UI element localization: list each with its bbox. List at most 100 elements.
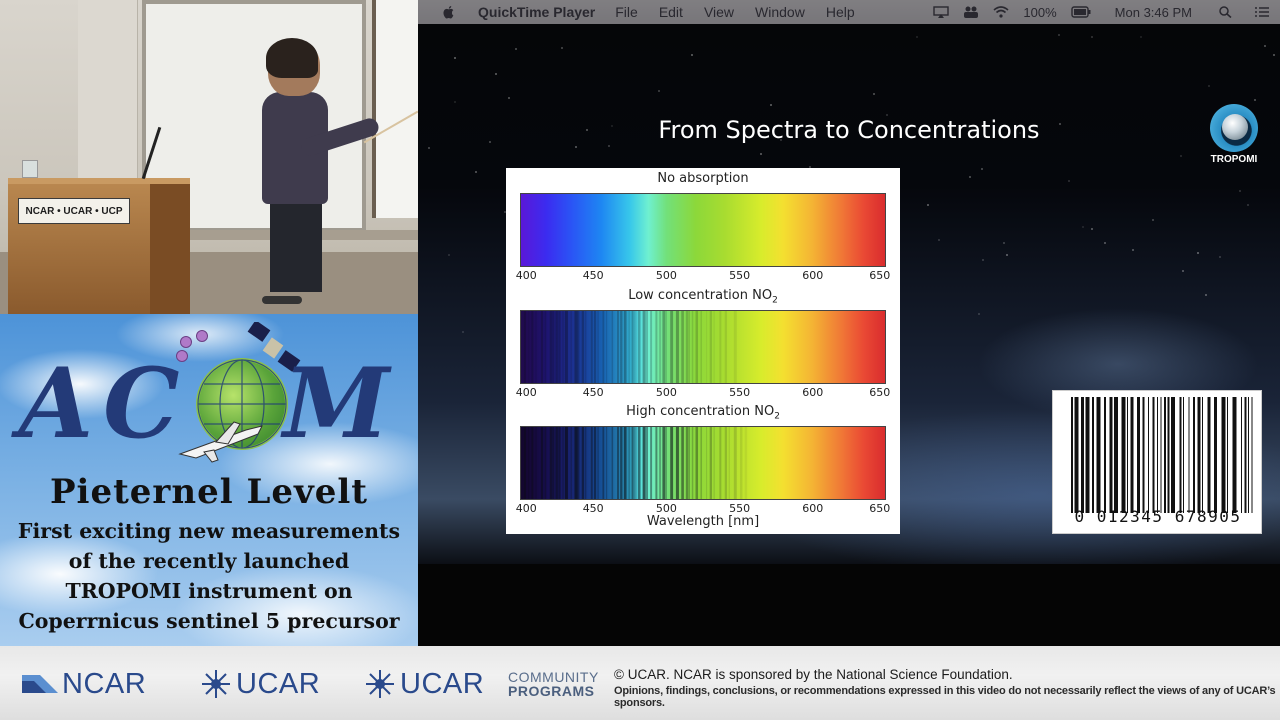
absorption-line — [688, 311, 690, 383]
star — [1081, 226, 1084, 229]
absorption-line — [564, 427, 568, 499]
wifi-icon[interactable] — [993, 6, 1009, 18]
barcode-bar — [1096, 397, 1101, 513]
absorption-line — [685, 427, 689, 499]
barcode-bar — [1137, 397, 1140, 513]
spectrum-bar — [520, 426, 886, 500]
absorption-line — [611, 311, 614, 383]
absorption-lines — [521, 311, 737, 383]
absorption-line — [523, 427, 526, 499]
star — [927, 203, 930, 206]
community-label-line: COMMUNITY — [508, 669, 599, 685]
star — [690, 53, 693, 56]
barcode-digits: 0 012345 678905 — [1074, 507, 1242, 526]
star — [515, 48, 518, 51]
floor-object — [262, 296, 302, 304]
star — [1006, 253, 1009, 256]
absorption-line — [628, 311, 630, 383]
absorption-lines — [521, 427, 748, 499]
absorption-line — [739, 427, 743, 499]
menu-view[interactable]: View — [704, 4, 734, 20]
list-icon[interactable] — [1254, 6, 1270, 18]
absorption-line — [602, 427, 605, 499]
star — [1247, 204, 1250, 207]
barcode-bar — [1081, 397, 1084, 513]
absorption-line — [528, 311, 530, 383]
presenter-name: Pieternel Levelt — [49, 472, 368, 512]
absorption-line — [700, 427, 703, 499]
barcode-bar — [1114, 397, 1118, 513]
x-tick-label: 500 — [655, 269, 677, 282]
absorption-line — [670, 311, 674, 383]
menubar-clock[interactable]: Mon 3:46 PM — [1115, 5, 1192, 20]
barcode-bar — [1214, 397, 1217, 513]
absorption-line — [540, 427, 544, 499]
projection-screen-edge — [372, 0, 418, 218]
apple-icon[interactable] — [442, 5, 456, 19]
menu-file[interactable]: File — [615, 4, 638, 20]
barcode-bar — [1142, 397, 1145, 513]
absorption-line — [555, 311, 558, 383]
barcode-bar — [1085, 397, 1090, 513]
star — [1132, 248, 1135, 251]
absorption-line — [646, 427, 649, 499]
absorption-line — [659, 311, 661, 383]
star — [1207, 84, 1210, 87]
absorption-line — [590, 427, 593, 499]
absorption-line — [670, 427, 674, 499]
airplay-icon[interactable] — [933, 6, 950, 18]
barcode-bar — [1232, 397, 1237, 513]
tick-row: 400 450 500 550 600 650 — [516, 386, 890, 402]
menubar-status-area: 100% Mon 3:46 PM — [933, 0, 1270, 24]
absorption-line — [691, 311, 694, 383]
programs-label-line: PROGRAMS — [508, 683, 595, 699]
star — [1090, 36, 1093, 39]
absorption-line — [662, 311, 666, 383]
ncar-logo-text: NCAR — [62, 667, 147, 700]
airplane-icon — [178, 421, 263, 463]
talk-title-line: Coperrnicus sentinel 5 precursor — [18, 609, 400, 633]
presentation-slide: From Spectra to Concentrations TROPOMI N… — [418, 24, 1280, 564]
star — [1104, 242, 1107, 245]
star — [427, 146, 430, 149]
x-tick-label: 550 — [729, 269, 751, 282]
barcode-bar — [1171, 397, 1175, 513]
app-menu-quicktime[interactable]: QuickTime Player — [478, 4, 595, 20]
search-icon[interactable] — [1218, 6, 1234, 18]
x-tick-label: 550 — [729, 386, 751, 399]
absorption-line — [593, 427, 597, 499]
tropomi-logo-label: TROPOMI — [1210, 154, 1258, 165]
absorption-line — [535, 427, 537, 499]
star — [980, 167, 983, 170]
x-tick-label: 450 — [582, 386, 604, 399]
spectrum-bar — [520, 193, 886, 267]
absorption-line — [713, 311, 715, 383]
absorption-line — [523, 311, 526, 383]
x-axis-label: Wavelength [nm] — [646, 514, 760, 529]
menu-help[interactable]: Help — [826, 4, 855, 20]
absorption-line — [646, 311, 649, 383]
absorption-line — [552, 427, 555, 499]
menu-window[interactable]: Window — [755, 4, 805, 20]
barcode-bar — [1104, 397, 1106, 513]
barcode-bar — [1202, 397, 1203, 513]
spectrum-label: Low concentration NO2 — [628, 288, 778, 306]
star — [916, 35, 919, 38]
star — [1254, 98, 1257, 101]
absorption-line — [700, 311, 703, 383]
battery-icon[interactable] — [1070, 6, 1091, 18]
absorption-line — [665, 427, 667, 499]
absorption-line — [597, 311, 599, 383]
absorption-line — [713, 427, 715, 499]
user-icon[interactable] — [963, 6, 979, 18]
barcode-bar — [1241, 397, 1242, 513]
ucar-logo: UCAR — [200, 668, 320, 700]
ucar-community-logo: UCAR — [364, 668, 484, 700]
absorption-line — [562, 427, 564, 499]
menu-edit[interactable]: Edit — [659, 4, 683, 20]
barcode-bar — [1179, 397, 1182, 513]
ncar-logo: NCAR — [22, 668, 146, 700]
star — [1067, 179, 1070, 182]
broadcast-footer: NCAR UCAR UCAR COMMUNITY PROGRAMS © UCAR… — [0, 646, 1280, 720]
ucar-snowflake-icon — [202, 670, 230, 698]
